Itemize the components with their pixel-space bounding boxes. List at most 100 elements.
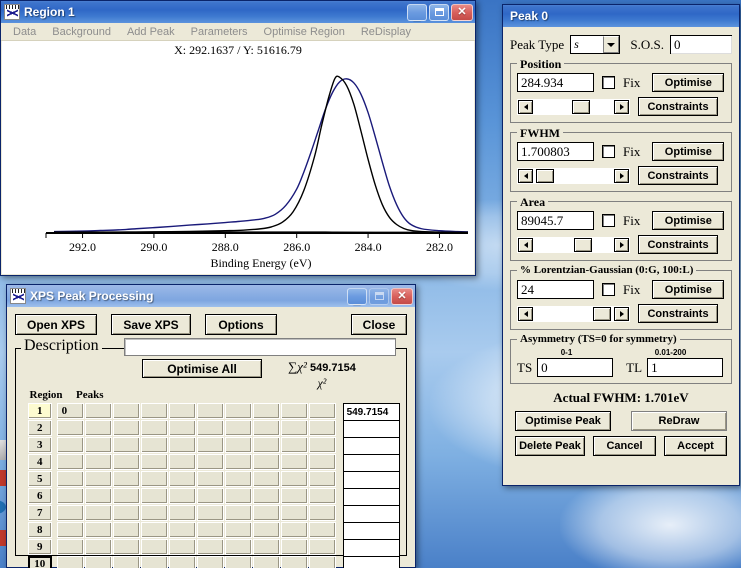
- lorentzian-gaussian-optimise-button[interactable]: Optimise: [652, 280, 725, 299]
- peaks-cell[interactable]: [280, 505, 308, 521]
- area-constraints-button[interactable]: Constraints: [638, 235, 718, 254]
- peaks-cell[interactable]: [84, 403, 112, 419]
- fwhm-slider[interactable]: [517, 167, 630, 184]
- peaks-row[interactable]: 0: [56, 403, 337, 419]
- fwhm-slider-right-arrow[interactable]: [614, 168, 629, 183]
- peaks-cell[interactable]: [308, 420, 336, 436]
- peaks-cell[interactable]: [224, 454, 252, 470]
- chi-squared-cell[interactable]: [342, 506, 400, 523]
- optimise-peak-button[interactable]: Optimise Peak: [515, 411, 611, 431]
- lorentzian-gaussian-slider-track[interactable]: [533, 306, 614, 321]
- peaks-cell[interactable]: [56, 454, 84, 470]
- peaks-cell[interactable]: [168, 539, 196, 555]
- peaks-cell[interactable]: [168, 420, 196, 436]
- peaks-cell[interactable]: [84, 454, 112, 470]
- peaks-cell[interactable]: [112, 539, 140, 555]
- peaks-cell[interactable]: [140, 420, 168, 436]
- lorentzian-gaussian-input[interactable]: 24: [517, 280, 594, 299]
- chi-squared-cell[interactable]: [342, 523, 400, 540]
- peaks-cell[interactable]: [140, 437, 168, 453]
- position-optimise-button[interactable]: Optimise: [652, 73, 725, 92]
- peaks-cell[interactable]: [252, 488, 280, 504]
- peaks-cell[interactable]: [168, 454, 196, 470]
- peaks-cell[interactable]: [196, 454, 224, 470]
- menu-item-optimise-region[interactable]: Optimise Region: [256, 25, 353, 39]
- peaks-cell[interactable]: [280, 437, 308, 453]
- peaks-cell[interactable]: [140, 556, 168, 568]
- area-slider[interactable]: [517, 236, 630, 253]
- peaks-cell[interactable]: [112, 454, 140, 470]
- peaks-cell[interactable]: [168, 471, 196, 487]
- peaks-cell[interactable]: [224, 488, 252, 504]
- peaks-cell[interactable]: [252, 420, 280, 436]
- chi-squared-cell[interactable]: [342, 438, 400, 455]
- peaks-row[interactable]: [56, 437, 337, 453]
- area-optimise-button[interactable]: Optimise: [652, 211, 725, 230]
- peaks-grid[interactable]: 0: [56, 403, 337, 568]
- peaks-cell[interactable]: [168, 437, 196, 453]
- peaks-cell[interactable]: [56, 556, 84, 568]
- chi-squared-cell[interactable]: [342, 557, 400, 568]
- position-slider-left-arrow[interactable]: [518, 99, 533, 114]
- region-button-column[interactable]: 1 2 3 4 5 6 7 8 9 10: [28, 403, 52, 568]
- options-button[interactable]: Options: [205, 314, 277, 335]
- delete-peak-button[interactable]: Delete Peak: [515, 436, 585, 456]
- peaks-cell[interactable]: [308, 403, 336, 419]
- lorentzian-gaussian-constraints-button[interactable]: Constraints: [638, 304, 718, 323]
- sos-input[interactable]: 0: [669, 35, 732, 54]
- region-button-8[interactable]: 8: [28, 522, 52, 538]
- area-input[interactable]: 89045.7: [517, 211, 594, 230]
- peaks-cell[interactable]: [140, 505, 168, 521]
- region-peaks-grid[interactable]: 1 2 3 4 5 6 7 8 9 10 0 549.7154: [22, 403, 400, 568]
- fwhm-input[interactable]: 1.700803: [517, 142, 594, 161]
- peaks-cell[interactable]: [168, 505, 196, 521]
- peaks-cell[interactable]: [252, 454, 280, 470]
- peaks-row[interactable]: [56, 556, 337, 568]
- peaks-cell[interactable]: [252, 437, 280, 453]
- region-button-7[interactable]: 7: [28, 505, 52, 521]
- peaks-cell[interactable]: [56, 505, 84, 521]
- peaks-cell[interactable]: [196, 471, 224, 487]
- peaks-cell[interactable]: [252, 505, 280, 521]
- menu-item-data[interactable]: Data: [5, 25, 44, 39]
- region-button-3[interactable]: 3: [28, 437, 52, 453]
- peaks-cell[interactable]: [140, 488, 168, 504]
- area-slider-track[interactable]: [533, 237, 614, 252]
- minimize-button[interactable]: _: [407, 3, 427, 21]
- peaks-cell[interactable]: [84, 471, 112, 487]
- peaks-row[interactable]: [56, 471, 337, 487]
- chi-squared-cell[interactable]: [342, 540, 400, 557]
- peaks-cell[interactable]: [224, 420, 252, 436]
- chi-squared-cell[interactable]: [342, 472, 400, 489]
- peak-type-select[interactable]: s: [570, 35, 621, 54]
- peaks-cell[interactable]: [252, 522, 280, 538]
- peaks-cell[interactable]: [196, 488, 224, 504]
- peaks-cell[interactable]: [196, 437, 224, 453]
- position-slider-thumb[interactable]: [571, 99, 590, 114]
- peaks-cell[interactable]: [308, 454, 336, 470]
- peaks-cell[interactable]: [224, 539, 252, 555]
- peak-window[interactable]: Peak 0 Peak Type s S.O.S. 0 Position 284…: [502, 4, 740, 486]
- peaks-cell[interactable]: [280, 471, 308, 487]
- peaks-cell[interactable]: [308, 522, 336, 538]
- peaks-row[interactable]: [56, 420, 337, 436]
- peaks-row[interactable]: [56, 539, 337, 555]
- accept-button[interactable]: Accept: [664, 436, 727, 456]
- position-fix-checkbox[interactable]: [602, 76, 615, 89]
- peaks-cell[interactable]: [224, 505, 252, 521]
- region-button-4[interactable]: 4: [28, 454, 52, 470]
- fwhm-fix-checkbox[interactable]: [602, 145, 615, 158]
- peaks-cell[interactable]: [224, 437, 252, 453]
- peaks-cell[interactable]: [140, 403, 168, 419]
- peaks-cell[interactable]: [224, 556, 252, 568]
- xps-peak-processing-window[interactable]: XPS Peak Processing _ ✕ Open XPS Save XP…: [6, 284, 416, 568]
- peaks-cell[interactable]: [140, 522, 168, 538]
- save-xps-button[interactable]: Save XPS: [111, 314, 191, 335]
- peaks-cell[interactable]: [308, 556, 336, 568]
- lorentzian-gaussian-slider-right-arrow[interactable]: [614, 306, 629, 321]
- peaks-cell[interactable]: [56, 488, 84, 504]
- peaks-cell[interactable]: [308, 437, 336, 453]
- optimise-all-button[interactable]: Optimise All: [142, 359, 262, 378]
- peaks-cell[interactable]: [84, 420, 112, 436]
- peaks-cell[interactable]: [112, 437, 140, 453]
